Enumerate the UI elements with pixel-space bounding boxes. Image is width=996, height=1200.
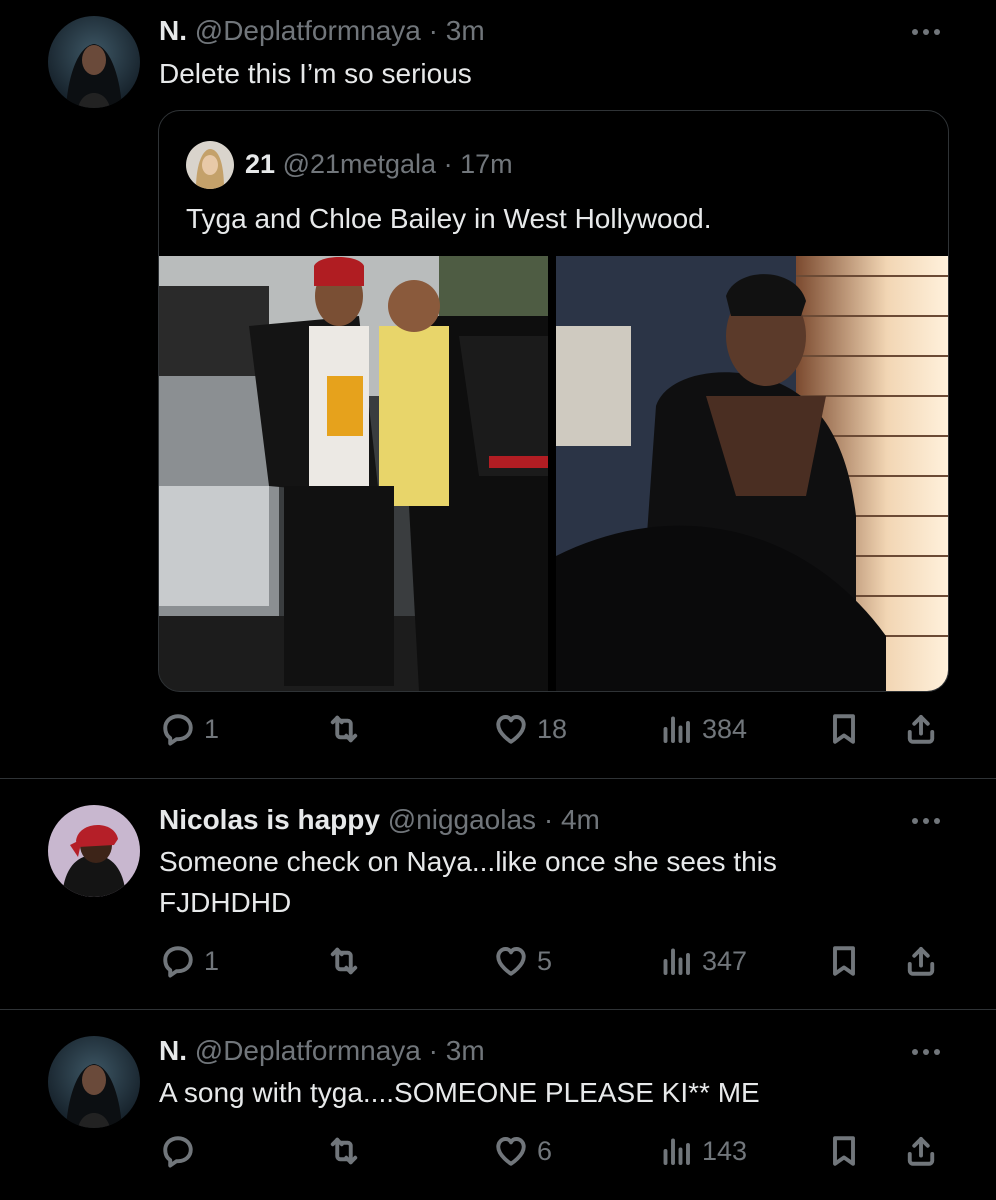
bookmark-icon	[826, 943, 862, 979]
tweet-actions: 1 18 384	[0, 707, 996, 751]
quoted-media[interactable]	[159, 256, 948, 691]
views-button[interactable]: 143	[658, 1129, 747, 1173]
display-name[interactable]: N.	[159, 15, 187, 46]
bookmark-button[interactable]	[826, 707, 862, 751]
retweet-icon	[326, 711, 362, 747]
quoted-tweet[interactable]: 21 @21metgala · 17m Tyga and Chloe Baile…	[158, 110, 949, 692]
reply-count: 1	[204, 713, 220, 744]
reply-button[interactable]: 1	[160, 707, 219, 751]
share-button[interactable]	[903, 707, 939, 751]
quoted-display-name[interactable]: 21	[245, 149, 275, 179]
reply-icon	[160, 1133, 196, 1169]
timestamp[interactable]: · 4m	[544, 804, 600, 835]
tweet-header: Nicolas is happy @niggaolas · 4m	[159, 803, 600, 837]
tweet-text: A song with tyga....SOMEONE PLEASE KI** …	[159, 1077, 760, 1108]
tweet-text: Someone check on Naya...like once she se…	[159, 841, 919, 923]
like-button[interactable]: 18	[493, 707, 567, 751]
share-button[interactable]	[903, 1129, 939, 1173]
reply-button[interactable]	[160, 1129, 204, 1173]
user-handle[interactable]: @Deplatformnaya	[195, 1035, 421, 1066]
timestamp[interactable]: · 3m	[429, 15, 485, 46]
quoted-avatar[interactable]	[186, 141, 234, 189]
tweet-text-line: FJDHDHD	[159, 887, 292, 918]
tweet-1[interactable]: N. @Deplatformnaya · 3m Delete this I’m …	[0, 0, 996, 778]
avatar[interactable]	[48, 16, 140, 108]
retweet-button[interactable]	[326, 707, 370, 751]
quoted-handle[interactable]: @21metgala	[283, 149, 437, 179]
tweet-text-line: Someone check on Naya...like once she se…	[159, 846, 777, 877]
retweet-icon	[326, 1133, 362, 1169]
avatar[interactable]	[48, 1036, 140, 1128]
user-handle[interactable]: @Deplatformnaya	[195, 15, 421, 46]
like-count: 6	[537, 1135, 553, 1166]
tweet-header: N. @Deplatformnaya · 3m	[159, 14, 485, 48]
photo-right[interactable]	[556, 256, 948, 691]
views-count: 384	[702, 713, 748, 744]
share-icon	[903, 943, 939, 979]
reply-button[interactable]: 1	[160, 939, 219, 983]
reply-icon	[160, 711, 196, 747]
views-icon	[658, 943, 694, 979]
photo-left[interactable]	[159, 256, 548, 691]
reply-icon	[160, 943, 196, 979]
like-button[interactable]: 6	[493, 1129, 552, 1173]
share-icon	[903, 711, 939, 747]
display-name[interactable]: N.	[159, 1035, 187, 1066]
tweet-2[interactable]: Nicolas is happy @niggaolas · 4m Someone…	[0, 779, 996, 1009]
bookmark-icon	[826, 1133, 862, 1169]
like-count: 18	[537, 713, 568, 744]
display-name[interactable]: Nicolas is happy	[159, 804, 380, 835]
share-button[interactable]	[903, 939, 939, 983]
views-icon	[658, 711, 694, 747]
tweet-header: N. @Deplatformnaya · 3m	[159, 1034, 485, 1068]
tweet-actions: 6 143	[0, 1129, 996, 1173]
views-button[interactable]: 347	[658, 939, 747, 983]
quoted-text: Tyga and Chloe Bailey in West Hollywood.	[186, 203, 712, 234]
tweet-text: Delete this I’m so serious	[159, 58, 472, 89]
reply-count: 1	[204, 945, 220, 976]
more-icon[interactable]	[906, 22, 946, 42]
quoted-timestamp[interactable]: · 17m	[444, 149, 513, 179]
like-button[interactable]: 5	[493, 939, 552, 983]
share-icon	[903, 1133, 939, 1169]
views-count: 347	[702, 945, 748, 976]
heart-icon	[493, 711, 529, 747]
tweet-3[interactable]: N. @Deplatformnaya · 3m A song with tyga…	[0, 1010, 996, 1200]
more-icon[interactable]	[906, 811, 946, 831]
avatar[interactable]	[48, 805, 140, 897]
quoted-header: 21 @21metgala · 17m	[245, 147, 513, 181]
heart-icon	[493, 1133, 529, 1169]
more-icon[interactable]	[906, 1042, 946, 1062]
retweet-icon	[326, 943, 362, 979]
tweet-actions: 1 5 347	[0, 939, 996, 983]
like-count: 5	[537, 945, 553, 976]
views-icon	[658, 1133, 694, 1169]
user-handle[interactable]: @niggaolas	[388, 804, 536, 835]
views-button[interactable]: 384	[658, 707, 747, 751]
retweet-button[interactable]	[326, 939, 370, 983]
views-count: 143	[702, 1135, 748, 1166]
retweet-button[interactable]	[326, 1129, 370, 1173]
photo-divider	[548, 256, 556, 691]
bookmark-button[interactable]	[826, 939, 862, 983]
bookmark-icon	[826, 711, 862, 747]
bookmark-button[interactable]	[826, 1129, 862, 1173]
timestamp[interactable]: · 3m	[429, 1035, 485, 1066]
heart-icon	[493, 943, 529, 979]
